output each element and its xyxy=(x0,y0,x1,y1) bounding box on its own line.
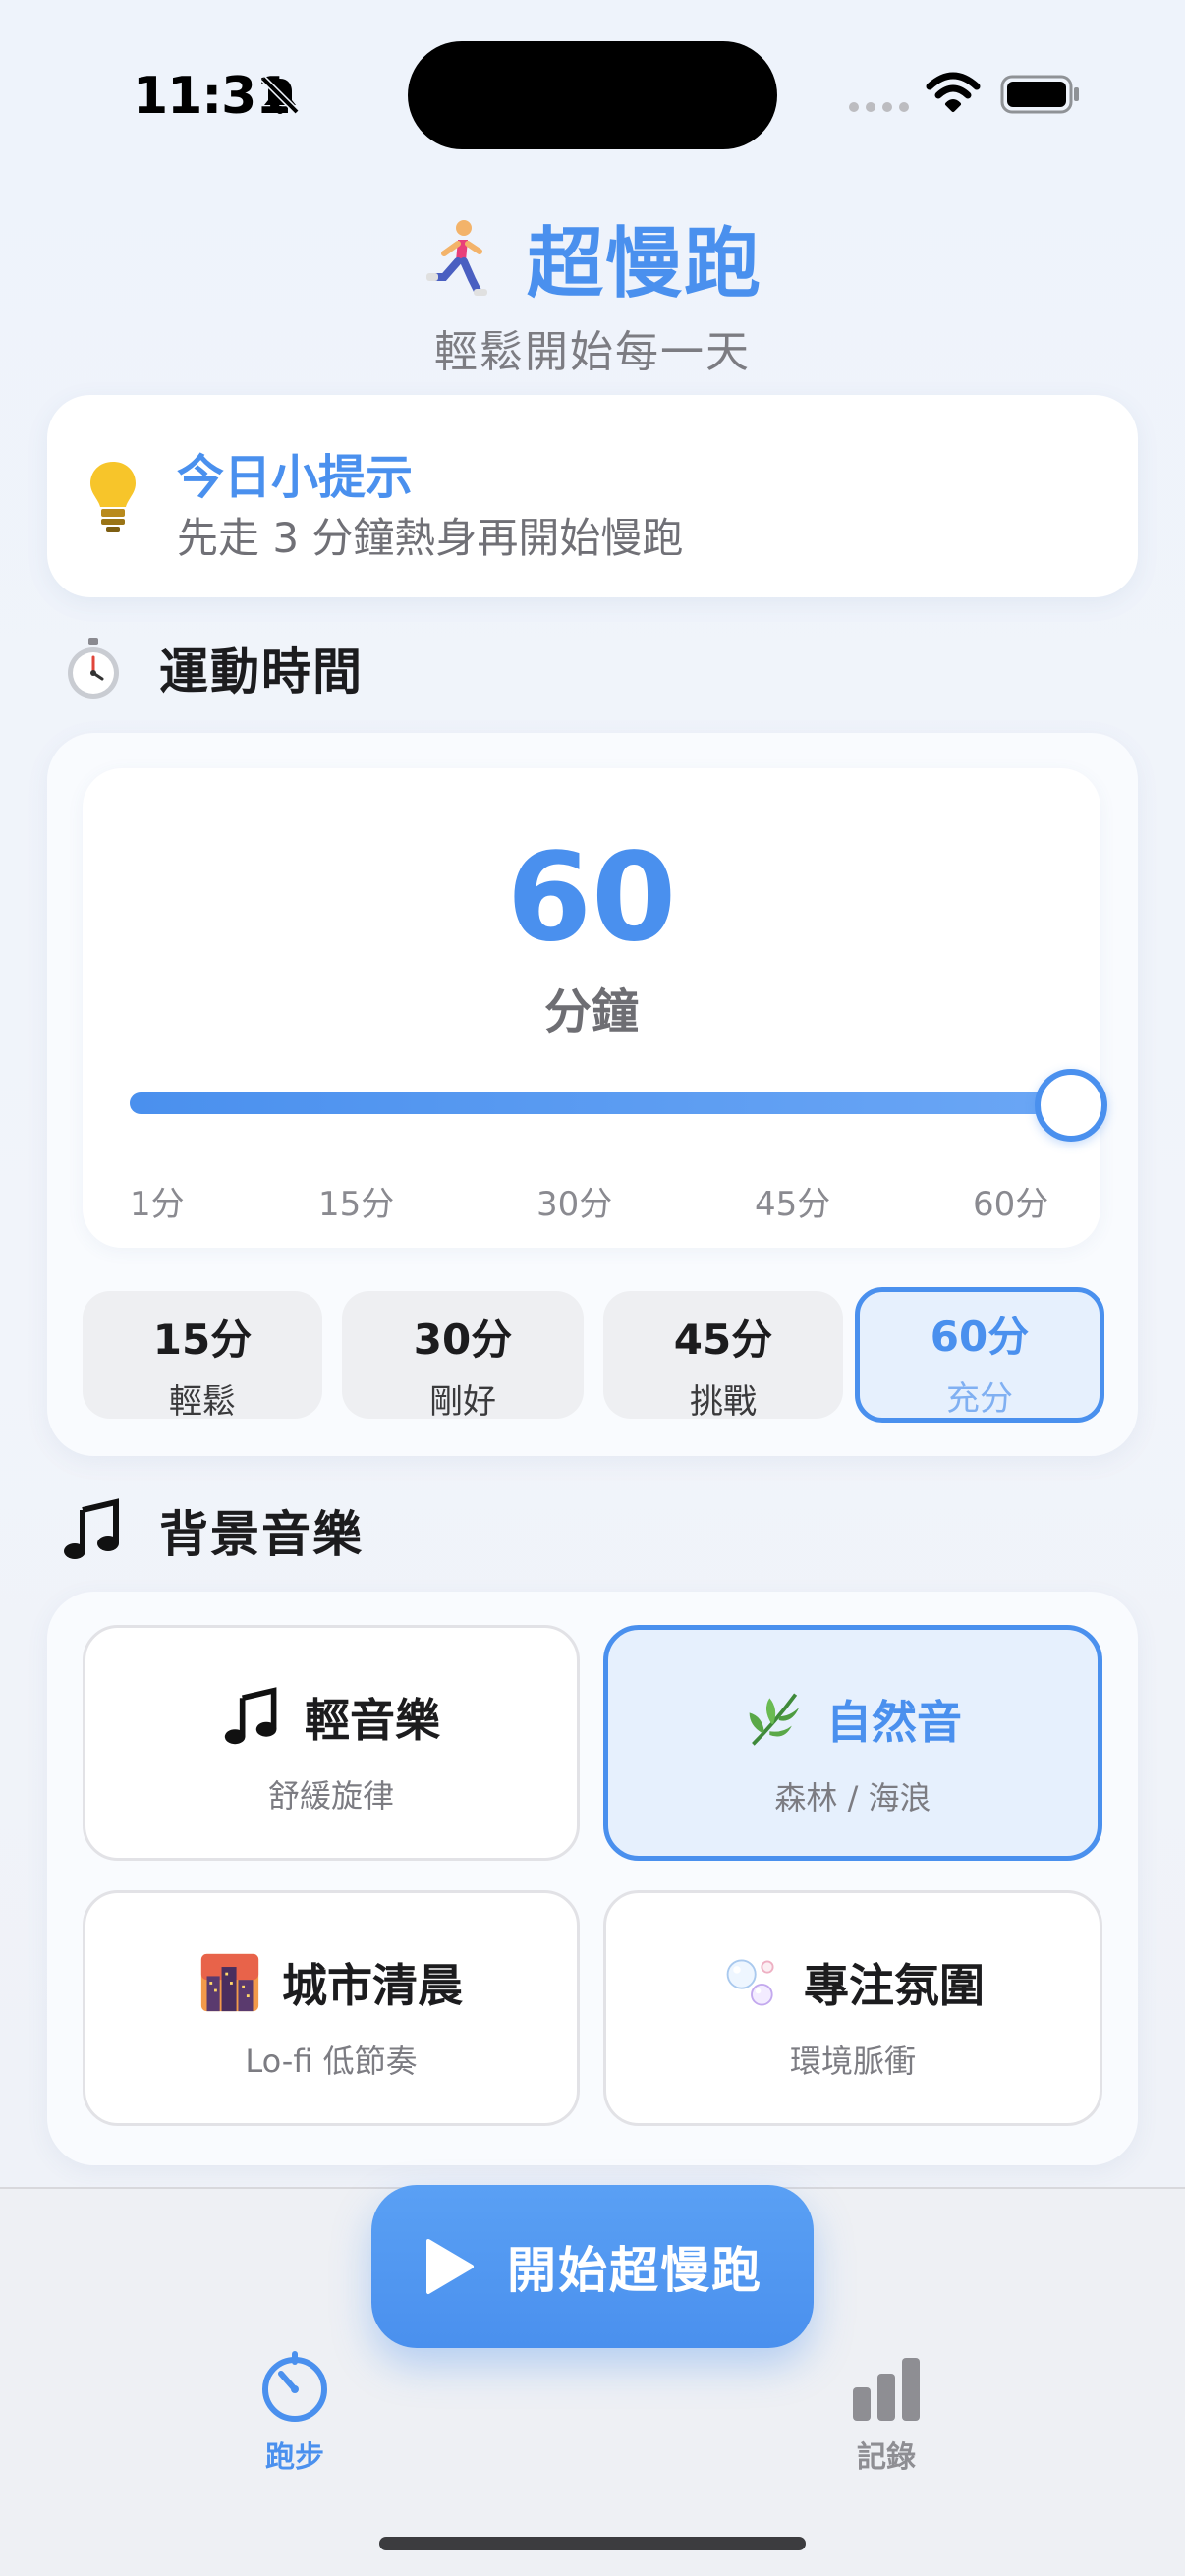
music-note-icon xyxy=(224,1687,277,1745)
start-run-button[interactable]: 開始超慢跑 xyxy=(371,2185,814,2348)
herb-icon xyxy=(749,1693,800,1746)
preset-label: 輕鬆 xyxy=(169,1382,236,1422)
preset-45-button[interactable]: 45分 挑戰 xyxy=(603,1291,843,1422)
tip-title: 今日小提示 xyxy=(177,450,414,505)
tab-run[interactable]: 跑步 xyxy=(197,2350,393,2476)
duration-slider-fill xyxy=(130,1092,1053,1114)
duration-display: 60 分鐘 1分 15分 30分 45分 60分 xyxy=(83,768,1107,1248)
music-option-city[interactable]: 城市清晨 Lo-fi 低節奏 xyxy=(83,1890,580,2126)
tip-body: 先走 3 分鐘熱身再開始慢跑 xyxy=(177,514,684,562)
bell-muted-icon xyxy=(260,76,300,115)
preset-label: 剛好 xyxy=(429,1382,496,1422)
duration-slider-track[interactable] xyxy=(130,1092,1053,1114)
play-icon xyxy=(426,2239,474,2294)
app-header: 超慢跑 輕鬆開始每一天 xyxy=(0,208,1185,379)
home-indicator xyxy=(379,2537,806,2550)
bar-chart-icon xyxy=(853,2358,920,2421)
duration-value: 60 xyxy=(506,827,677,969)
preset-value: 45分 xyxy=(673,1316,773,1364)
preset-value: 60分 xyxy=(930,1313,1030,1361)
music-option-name: 城市清晨 xyxy=(282,1959,463,2012)
tab-records[interactable]: 記錄 xyxy=(788,2350,985,2476)
preset-60-button[interactable]: 60分 充分 xyxy=(855,1287,1104,1423)
slider-tick-label: 1分 xyxy=(130,1185,185,1224)
music-option-light[interactable]: 輕音樂 舒緩旋律 xyxy=(83,1625,580,1861)
preset-label: 充分 xyxy=(946,1379,1013,1419)
duration-slider-thumb[interactable] xyxy=(1035,1069,1107,1142)
slider-tick-label: 30分 xyxy=(536,1185,613,1224)
duration-section-title: 運動時間 xyxy=(159,644,364,700)
music-section-header: 背景音樂 xyxy=(61,1495,364,1566)
music-option-name: 專注氛圍 xyxy=(804,1959,985,2012)
music-option-name: 自然音 xyxy=(826,1696,962,1749)
duration-section-header: 運動時間 xyxy=(61,633,364,703)
music-card: 輕音樂 舒緩旋律 自然音 森林 / 海浪 城市清晨 Lo-fi 低節奏 專注氛圍… xyxy=(47,1592,1138,2165)
preset-15-button[interactable]: 15分 輕鬆 xyxy=(83,1291,322,1422)
preset-value: 15分 xyxy=(152,1316,253,1364)
slider-tick-label: 60分 xyxy=(973,1185,1049,1224)
music-option-desc: 森林 / 海浪 xyxy=(774,1779,931,1817)
music-note-icon xyxy=(64,1498,119,1559)
duration-presets: 15分 輕鬆 30分 剛好 45分 挑戰 60分 充分 xyxy=(83,1287,1104,1425)
cellular-dots-icon xyxy=(849,102,909,112)
music-section-title: 背景音樂 xyxy=(159,1506,364,1563)
app-title: 超慢跑 xyxy=(526,220,762,308)
battery-icon xyxy=(1000,75,1079,114)
music-option-focus[interactable]: 專注氛圍 環境脈衝 xyxy=(603,1890,1102,2126)
dynamic-island xyxy=(408,41,777,149)
music-option-desc: 環境脈衝 xyxy=(789,2043,916,2080)
tip-card: 今日小提示 先走 3 分鐘熱身再開始慢跑 xyxy=(47,395,1138,597)
start-run-label: 開始超慢跑 xyxy=(507,2242,762,2299)
runner-icon xyxy=(425,220,487,296)
tab-label: 跑步 xyxy=(265,2440,324,2475)
music-option-nature[interactable]: 自然音 森林 / 海浪 xyxy=(603,1625,1102,1861)
timer-icon xyxy=(262,2351,327,2422)
music-option-desc: 舒緩旋律 xyxy=(267,1777,394,1815)
bubbles-icon xyxy=(726,1959,774,2006)
slider-tick-label: 45分 xyxy=(755,1185,831,1224)
preset-value: 30分 xyxy=(413,1316,513,1364)
app-subtitle: 輕鬆開始每一天 xyxy=(434,327,751,377)
stopwatch-icon xyxy=(68,638,119,699)
tab-label: 記錄 xyxy=(857,2440,916,2475)
music-option-desc: Lo-fi 低節奏 xyxy=(245,2043,418,2080)
city-dusk-icon xyxy=(200,1953,259,2012)
preset-label: 挑戰 xyxy=(690,1382,757,1422)
duration-unit: 分鐘 xyxy=(543,984,639,1039)
slider-tick-label: 15分 xyxy=(318,1185,395,1224)
lightbulb-icon xyxy=(90,462,136,532)
music-option-name: 輕音樂 xyxy=(305,1694,440,1747)
wifi-icon xyxy=(926,72,981,112)
status-bar: 11:31 xyxy=(0,0,1185,187)
duration-card: 60 分鐘 1分 15分 30分 45分 60分 15分 輕鬆 30分 剛好 4… xyxy=(47,733,1138,1456)
preset-30-button[interactable]: 30分 剛好 xyxy=(342,1291,584,1422)
